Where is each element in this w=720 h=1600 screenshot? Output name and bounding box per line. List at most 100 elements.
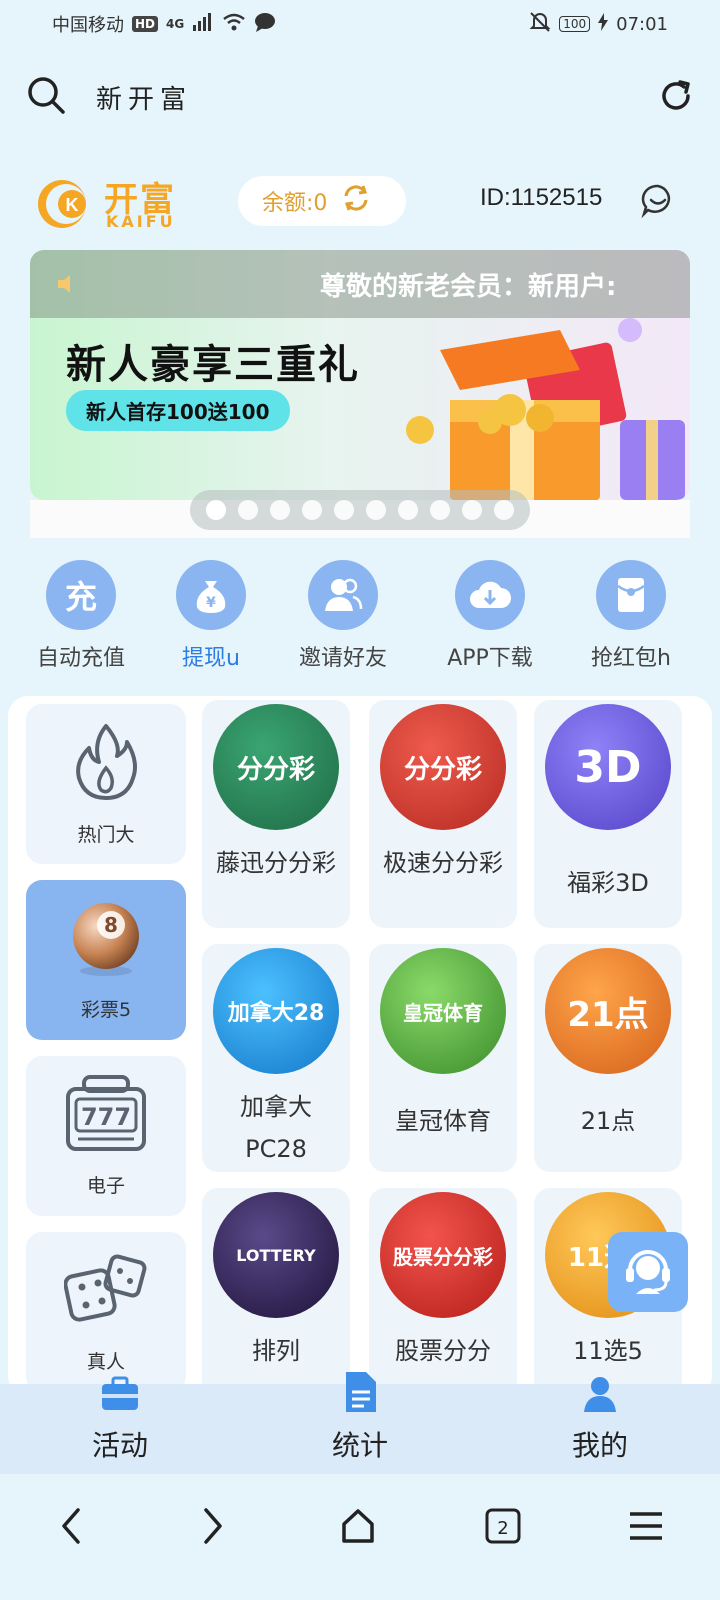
banner-offer-pill: 新人首存100送100 <box>66 390 290 431</box>
game-icon: 21点 <box>545 948 671 1074</box>
tab-label: 统计 <box>331 1429 388 1462</box>
quick-action-recharge[interactable]: 充 自动充值 <box>16 560 146 672</box>
balance-pill[interactable]: 余额:0 <box>238 176 406 226</box>
game-card[interactable]: 21点 21点 <box>534 944 682 1172</box>
quick-action-label: 自动充值 <box>36 646 125 671</box>
message-icon <box>254 12 276 37</box>
game-label: 皇冠体育 <box>395 1107 491 1135</box>
game-card[interactable]: LOTTERY 排列 <box>202 1188 350 1396</box>
user-id: ID:1152515 <box>480 184 603 211</box>
top-bar: 新开富 <box>0 68 720 126</box>
quick-action-app-download[interactable]: APP下载 <box>425 560 555 672</box>
svg-text:2: 2 <box>497 1518 508 1539</box>
home-icon[interactable] <box>338 1506 378 1550</box>
tab-statistics[interactable]: 统计 <box>240 1372 480 1474</box>
game-card[interactable]: 加拿大28 加拿大PC28 <box>202 944 350 1172</box>
tabs-switcher-button[interactable]: 2 <box>484 1506 522 1550</box>
game-icon: LOTTERY <box>213 1192 339 1318</box>
carousel-dot[interactable] <box>366 500 386 520</box>
game-panel: 热门大 8 彩票5 777 电子 真人 分分彩 藤迅分分彩 分分彩 极速分分彩 … <box>8 696 712 1396</box>
carousel-dot[interactable] <box>270 500 290 520</box>
carrier-label: 中国移动 <box>52 15 124 36</box>
page-title: 新开富 <box>96 84 193 115</box>
back-icon[interactable] <box>56 1506 86 1550</box>
invite-friends-icon <box>308 560 378 630</box>
carousel-dot[interactable] <box>238 500 258 520</box>
red-envelope-icon <box>596 560 666 630</box>
promo-banner[interactable]: 尊敬的新老会员：新用户: 新人豪享三重礼 新人首存100送100 <box>30 250 690 500</box>
carousel-dot[interactable] <box>398 500 418 520</box>
tab-label: 我的 <box>571 1429 628 1462</box>
forward-icon[interactable] <box>198 1506 228 1550</box>
lottery-ball-icon: 8 <box>67 899 145 981</box>
carousel-dot[interactable] <box>302 500 322 520</box>
quick-action-invite[interactable]: 邀请好友 <box>278 560 408 672</box>
svg-text:K: K <box>66 195 79 215</box>
user-icon <box>576 1374 624 1418</box>
speaker-icon <box>56 272 80 300</box>
fire-icon <box>71 722 141 806</box>
category-label: 热门大 <box>77 823 135 846</box>
customer-service-button[interactable] <box>608 1232 688 1312</box>
signal-icon <box>192 12 214 36</box>
game-label: 排列 <box>252 1337 300 1365</box>
mute-bell-icon <box>529 11 551 38</box>
game-card[interactable]: 股票分分彩 股票分分 <box>369 1188 517 1396</box>
browser-nav-bar: 2 <box>0 1474 720 1600</box>
quick-action-label: 抢红包h <box>591 646 671 671</box>
carousel-dot[interactable] <box>334 500 354 520</box>
brand-row: K 开富 KAIFU 余额:0 ID:1152515 <box>0 170 720 234</box>
svg-text:8: 8 <box>104 913 118 937</box>
category-hot[interactable]: 热门大 <box>26 704 186 864</box>
notice-text: 尊敬的新老会员：新用户: <box>320 272 617 302</box>
game-label: 加拿大PC28 <box>240 1093 312 1163</box>
tab-activity[interactable]: 活动 <box>0 1376 240 1474</box>
reload-icon[interactable] <box>658 78 694 118</box>
search-icon[interactable] <box>26 75 66 119</box>
quick-action-withdraw[interactable]: ¥ 提现u <box>146 560 276 672</box>
carousel-dot[interactable] <box>494 500 514 520</box>
game-card[interactable]: 3D 福彩3D <box>534 700 682 928</box>
category-label: 电子 <box>86 1174 125 1197</box>
menu-icon[interactable] <box>628 1506 664 1550</box>
money-bag-icon: ¥ <box>176 560 246 630</box>
game-icon: 分分彩 <box>380 704 506 830</box>
svg-text:¥: ¥ <box>206 595 216 611</box>
game-icon: 分分彩 <box>213 704 339 830</box>
wifi-icon <box>222 13 246 36</box>
download-cloud-icon <box>455 560 525 630</box>
game-icon: 加拿大28 <box>213 948 339 1074</box>
balance-refresh-icon[interactable] <box>341 183 371 219</box>
chat-icon[interactable] <box>640 182 676 222</box>
game-label: 藤迅分分彩 <box>216 849 336 877</box>
game-card[interactable]: 皇冠体育 皇冠体育 <box>369 944 517 1172</box>
gift-box-illustration <box>406 318 685 500</box>
carousel-dot[interactable] <box>206 500 226 520</box>
game-label: 极速分分彩 <box>383 849 503 877</box>
briefcase-icon <box>96 1374 144 1418</box>
dice-icon <box>63 1251 148 1333</box>
battery-indicator: 100 <box>559 16 591 32</box>
carousel-pagination <box>190 490 530 530</box>
game-icon: 皇冠体育 <box>380 948 506 1074</box>
tab-mine[interactable]: 我的 <box>480 1377 720 1474</box>
game-card[interactable]: 分分彩 藤迅分分彩 <box>202 700 350 928</box>
category-lottery[interactable]: 8 彩票5 <box>26 880 186 1040</box>
network-label: 4G <box>166 17 185 31</box>
carousel-dot[interactable] <box>462 500 482 520</box>
game-label: 福彩3D <box>567 869 649 897</box>
game-card[interactable]: 分分彩 极速分分彩 <box>369 700 517 928</box>
kaifu-logo: K 开富 KAIFU <box>28 174 214 232</box>
category-live[interactable]: 真人 <box>26 1232 186 1392</box>
quick-action-label: APP下载 <box>447 646 533 671</box>
bottom-tab-bar: 活动 统计 我的 <box>0 1372 720 1474</box>
category-label: 彩票5 <box>80 998 132 1021</box>
status-bar: 中国移动 HD 4G 100 07:01 <box>0 0 720 48</box>
quick-action-red-envelope[interactable]: 抢红包h <box>566 560 696 672</box>
balance-label: 余额:0 <box>262 191 328 216</box>
charging-icon <box>598 12 609 36</box>
carousel-dot[interactable] <box>430 500 450 520</box>
slot-777-icon: 777 <box>64 1074 148 1157</box>
clock-time: 07:01 <box>616 13 668 35</box>
category-electronic[interactable]: 777 电子 <box>26 1056 186 1216</box>
